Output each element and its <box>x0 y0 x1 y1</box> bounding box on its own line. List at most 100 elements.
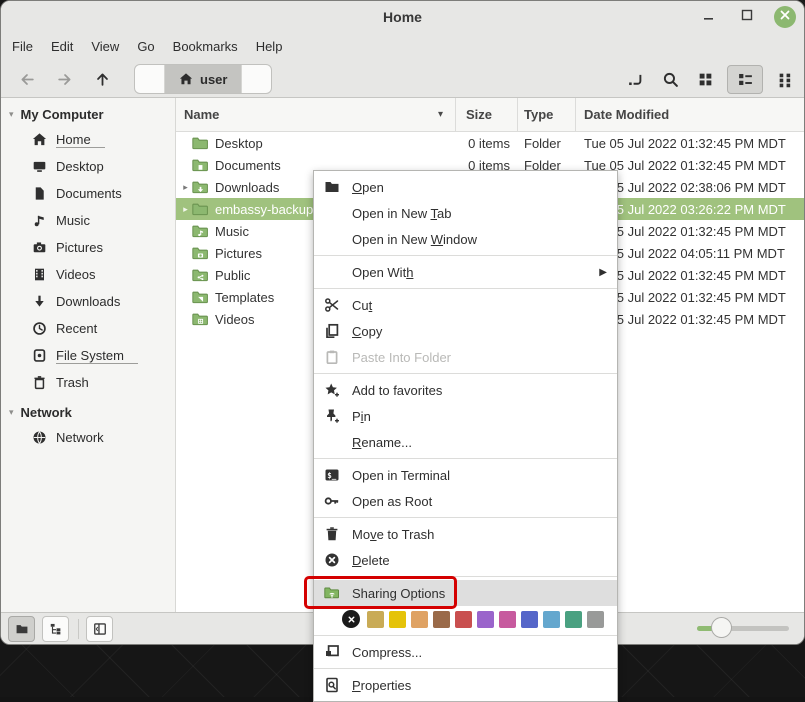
close-button[interactable] <box>774 6 796 28</box>
menu-item-cut[interactable]: Cut <box>314 292 617 318</box>
color-swatch-5[interactable] <box>455 611 472 628</box>
menu-item-open-as-root[interactable]: Open as Root <box>314 488 617 514</box>
sidebar: ▾My ComputerHome Desktop Documents MusicPic… <box>1 98 176 612</box>
column-header-name[interactable]: Name▾ <box>176 98 456 131</box>
sidebar-item-label: Documents <box>56 186 122 201</box>
menubar-item-go[interactable]: Go <box>128 33 163 61</box>
menubar-item-help[interactable]: Help <box>247 33 292 61</box>
toggle-sidebar-button[interactable] <box>86 616 113 642</box>
video-icon <box>32 267 47 282</box>
menu-item-open-in-terminal[interactable]: $_Open in Terminal <box>314 462 617 488</box>
sidebar-item-file-system[interactable]: File System <box>1 342 175 369</box>
color-swatch-2[interactable] <box>389 611 406 628</box>
back-icon <box>19 71 36 88</box>
menubar-item-file[interactable]: File <box>3 33 42 61</box>
clear-color-button[interactable] <box>342 610 360 628</box>
sidebar-item-music[interactable]: Music <box>1 207 175 234</box>
menubar: FileEditViewGoBookmarksHelp <box>1 33 804 61</box>
menubar-item-view[interactable]: View <box>82 33 128 61</box>
search-button[interactable] <box>657 66 683 92</box>
sharing-folder-icon <box>323 584 341 602</box>
zoom-slider[interactable] <box>697 626 789 631</box>
menu-item-pin[interactable]: Pin <box>314 403 617 429</box>
back-button[interactable] <box>17 69 37 89</box>
sidebar-item-label: Network <box>56 430 104 445</box>
menu-item-open-in-new-tab[interactable]: Open in New Tab <box>314 200 617 226</box>
sidebar-item-label: Downloads <box>56 294 120 309</box>
expander-icon[interactable]: ▸ <box>179 204 192 215</box>
sidebar-item-videos[interactable]: Videos <box>1 261 175 288</box>
menubar-item-edit[interactable]: Edit <box>42 33 82 61</box>
color-swatch-4[interactable] <box>433 611 450 628</box>
menu-item-label: Rename... <box>352 435 412 450</box>
menu-item-copy[interactable]: Copy <box>314 318 617 344</box>
menu-item-compress[interactable]: Compress... <box>314 639 617 665</box>
color-swatch-3[interactable] <box>411 611 428 628</box>
expander-icon[interactable]: ▸ <box>179 182 192 193</box>
zoom-slider-handle[interactable] <box>711 617 732 638</box>
context-menu: Open Open in New TabOpen in New Window Ope… <box>313 170 618 702</box>
menu-item-open-with[interactable]: Open With▶ <box>314 259 617 285</box>
compact-view-button[interactable] <box>772 66 798 92</box>
breadcrumb-prev-button[interactable] <box>135 65 165 93</box>
search-icon <box>662 71 679 88</box>
copy-icon <box>323 322 341 340</box>
column-header-type[interactable]: Type <box>518 98 576 131</box>
sidebar-item-recent[interactable]: Recent <box>1 315 175 342</box>
sidebar-item-network[interactable]: Network <box>1 424 175 451</box>
menu-item-sharing-options[interactable]: Sharing Options <box>314 580 617 606</box>
column-header-label: Name <box>184 107 219 122</box>
menu-item-move-to-trash[interactable]: Move to Trash <box>314 521 617 547</box>
column-header-date-modified[interactable]: Date Modified <box>576 98 804 131</box>
icon-view-icon <box>697 71 714 88</box>
color-swatch-8[interactable] <box>521 611 538 628</box>
icon-view-button[interactable] <box>692 66 718 92</box>
menu-item-open[interactable]: Open <box>314 174 617 200</box>
titlebar[interactable]: Home <box>1 1 804 33</box>
menubar-item-bookmarks[interactable]: Bookmarks <box>164 33 247 61</box>
sidebar-item-label: Desktop <box>56 159 104 174</box>
color-swatch-1[interactable] <box>367 611 384 628</box>
color-swatch-6[interactable] <box>477 611 494 628</box>
sidebar-item-home[interactable]: Home <box>1 126 175 153</box>
minimize-button[interactable] <box>698 6 720 28</box>
color-swatch-9[interactable] <box>543 611 560 628</box>
places-toggle-button[interactable] <box>8 616 35 642</box>
column-header-size[interactable]: Size <box>456 98 518 131</box>
breadcrumb-next-button[interactable] <box>241 65 271 93</box>
treeview-toggle-button[interactable] <box>42 616 69 642</box>
collapse-triangle-icon: ▾ <box>9 109 14 120</box>
color-swatch-7[interactable] <box>499 611 516 628</box>
menu-item-label: Open <box>352 180 384 195</box>
menu-item-rename[interactable]: Rename... <box>314 429 617 455</box>
menu-separator <box>314 458 617 459</box>
menu-item-label: Copy <box>352 324 382 339</box>
toggle-location-entry-button[interactable] <box>622 66 648 92</box>
sidebar-item-documents[interactable]: Documents <box>1 180 175 207</box>
sidebar-item-pictures[interactable]: Pictures <box>1 234 175 261</box>
paste-icon <box>323 348 341 366</box>
menu-item-add-to-favorites[interactable]: Add to favorites <box>314 377 617 403</box>
terminal-icon: $_ <box>323 466 341 484</box>
up-button[interactable] <box>92 69 112 89</box>
color-swatch-10[interactable] <box>565 611 582 628</box>
sidebar-section-network[interactable]: ▾Network <box>1 396 175 424</box>
menu-item-label: Sharing Options <box>352 586 445 601</box>
list-view-button[interactable] <box>727 65 763 94</box>
file-date-cell: Tue 05 Jul 2022 01:32:45 PM MDT <box>576 136 804 151</box>
sidebar-item-downloads[interactable]: Downloads <box>1 288 175 315</box>
breadcrumb-current-segment[interactable]: user <box>165 65 241 93</box>
maximize-button[interactable] <box>736 6 758 28</box>
menu-item-properties[interactable]: Properties <box>314 672 617 698</box>
table-row-desktop[interactable]: Desktop0 itemsFolderTue 05 Jul 2022 01:3… <box>176 132 804 154</box>
forward-button[interactable] <box>54 69 74 89</box>
toolbar: user <box>1 61 804 98</box>
file-name: embassy-backup <box>215 202 313 217</box>
download-icon <box>32 294 47 309</box>
color-swatch-11[interactable] <box>587 611 604 628</box>
sidebar-item-desktop[interactable]: Desktop <box>1 153 175 180</box>
menu-item-open-in-new-window[interactable]: Open in New Window <box>314 226 617 252</box>
sidebar-section-my-computer[interactable]: ▾My Computer <box>1 98 175 126</box>
menu-item-delete[interactable]: Delete <box>314 547 617 573</box>
sidebar-item-trash[interactable]: Trash <box>1 369 175 396</box>
